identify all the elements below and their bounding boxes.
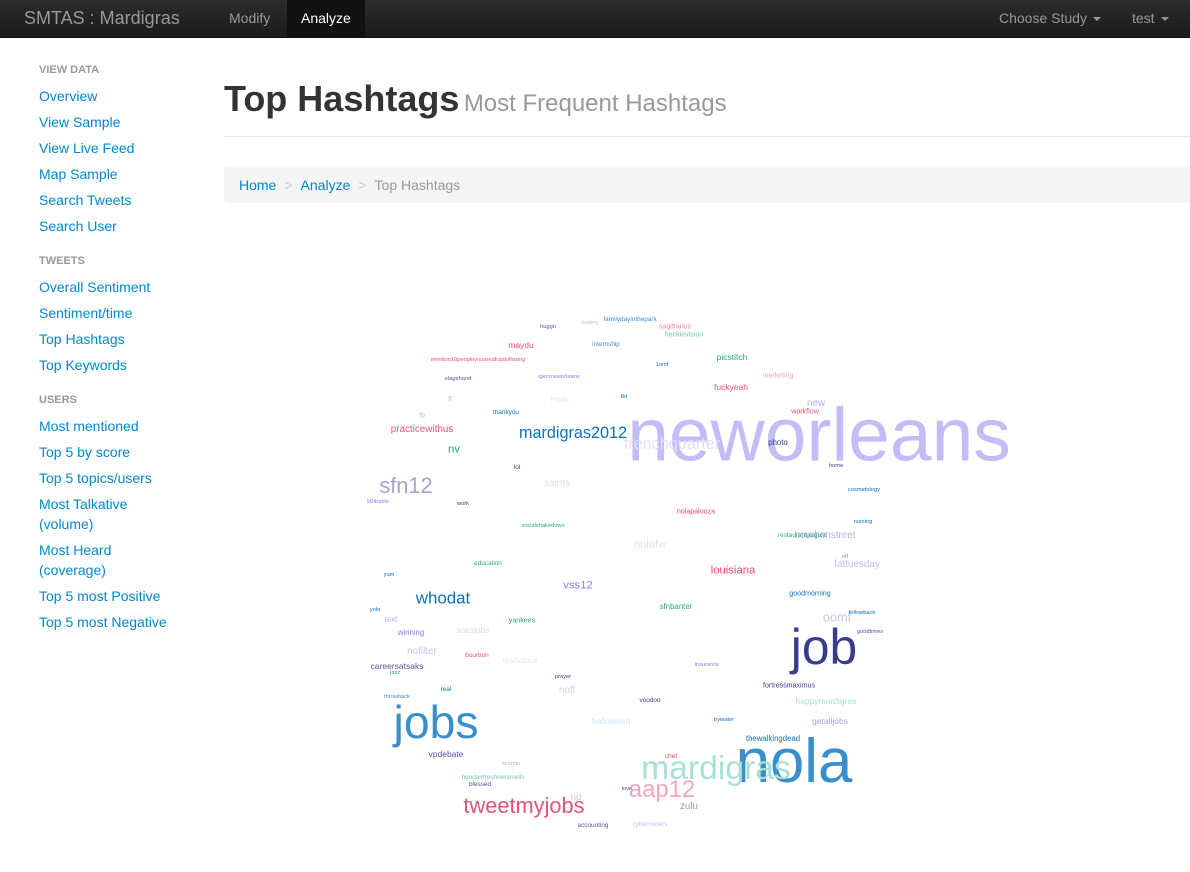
word-cloud-word: winning [397, 628, 425, 638]
word-cloud-word: yum [383, 572, 395, 579]
word-cloud-word: socialshakedown [521, 523, 565, 530]
word-cloud-word: whodat [415, 588, 471, 608]
word-cloud-word: picstitch [716, 351, 748, 362]
word-cloud-word: vpdebate [428, 748, 464, 759]
word-cloud-word: oomf [822, 610, 852, 625]
word-cloud-word: fattuesday [834, 559, 880, 571]
word-cloud-word: cosmetology [848, 487, 880, 494]
word-cloud-word: work [456, 501, 470, 508]
word-cloud-word: sfn12 [379, 473, 433, 499]
word-cloud-word: throwback [384, 694, 410, 701]
word-cloud-word: getalljobs [812, 715, 848, 726]
word-cloud-word: tweetmyjobs [463, 793, 585, 819]
word-cloud-word: goodtimes [856, 629, 884, 636]
word-cloud-word: boeing [581, 320, 599, 327]
word-cloud-word: prayer [554, 674, 572, 681]
word-cloud-word: nofilter [407, 646, 437, 658]
word-cloud-word: jazz [389, 670, 401, 677]
word-cloud-word: fortressmaximus [762, 681, 816, 690]
word-cloud-word: nolafw [633, 538, 667, 551]
word-cloud-word: goodmorning [789, 589, 831, 598]
word-cloud-word: frenchquarter [623, 434, 721, 453]
word-cloud-word: zulu [679, 801, 699, 813]
word-cloud-word: thankyou [493, 408, 519, 416]
word-cloud-word: vss12 [563, 579, 593, 592]
word-cloud-word: marketing [762, 371, 794, 380]
word-cloud-word: jobs [393, 695, 479, 748]
word-cloud-word: yolo [369, 607, 381, 614]
word-cloud-word: saints [544, 478, 570, 490]
word-cloud-word: love [621, 786, 633, 793]
word-cloud-word: 1omf [655, 362, 669, 369]
word-cloud-word: fb [419, 411, 425, 420]
word-cloud-word: internship [592, 340, 620, 348]
word-cloud-word: thewalkingdead [745, 734, 801, 744]
word-cloud-word: insurance [694, 662, 720, 669]
word-cloud-word: saksjobs [456, 624, 490, 635]
word-cloud-word: followback [848, 610, 876, 617]
word-cloud-word: np [570, 792, 582, 804]
word-cloud-word: text [384, 615, 398, 625]
word-cloud-word: stagehand [444, 376, 472, 383]
word-cloud-word: chef [664, 752, 678, 760]
word-cloud-word: practicewithus [390, 424, 454, 436]
word-cloud-word: voodoo [639, 696, 661, 704]
word-cloud-word: restaurantaugust [778, 531, 826, 539]
word-cloud-word: sfnbanter [659, 602, 693, 612]
word-cloud-word: fuckyeah [713, 381, 749, 392]
word-cloud-word: hoodairfreshnersmells [461, 773, 525, 781]
word-cloud-word: noff [558, 685, 576, 697]
word-cloud-word: mardigras2012 [519, 423, 627, 442]
word-cloud-word: reallydaux [502, 656, 538, 666]
word-cloud-word: heckievision [664, 330, 704, 339]
word-cloud-word: happymardigras [795, 695, 857, 706]
hashtag-word-cloud: neworleans nola job jobs mardigras aap12 tweet… [0, 0, 1190, 872]
word-cloud-word: careersatsaks [370, 660, 424, 671]
word-cloud-word: yankees [508, 616, 536, 625]
word-cloud-word: home [828, 463, 844, 470]
word-cloud-word: education [474, 559, 502, 567]
word-cloud-word: tbt [620, 394, 628, 401]
word-cloud-word: scorpio [501, 761, 521, 768]
word-cloud-word: accounting [577, 821, 609, 829]
word-cloud-word: ff [448, 395, 452, 404]
word-cloud-word: lol [513, 463, 521, 471]
word-cloud-word: music [550, 395, 570, 404]
word-cloud-word: nolapalooza [676, 507, 716, 516]
word-cloud-word: 504radio [366, 499, 390, 506]
word-cloud-word: photo [768, 438, 788, 448]
word-cloud-word: louisiana [710, 564, 756, 577]
word-cloud-word: huggn [540, 324, 556, 331]
word-cloud-word: familydayinthepark [603, 315, 657, 323]
word-cloud-word: nv [448, 443, 460, 456]
word-cloud-word: real [440, 685, 452, 693]
word-cloud-word: aap12 [628, 776, 696, 804]
word-cloud-word: bywater [714, 717, 734, 724]
word-cloud-word: bourbon [465, 651, 489, 659]
word-cloud-word: mention10peopleyouareafraidoflosing [430, 357, 526, 364]
word-cloud-word: job [790, 619, 858, 676]
word-cloud-word: nursing [853, 519, 873, 526]
word-cloud-word: nfl [841, 554, 849, 561]
word-cloud-word: maydu [508, 339, 534, 350]
word-cloud-word: workflow [791, 407, 819, 416]
word-cloud-word: blessed [468, 780, 492, 788]
word-cloud-word: cybercoders [632, 820, 668, 828]
word-cloud-word: igersneworleans [538, 374, 580, 381]
word-cloud-word: halloween [591, 715, 631, 726]
